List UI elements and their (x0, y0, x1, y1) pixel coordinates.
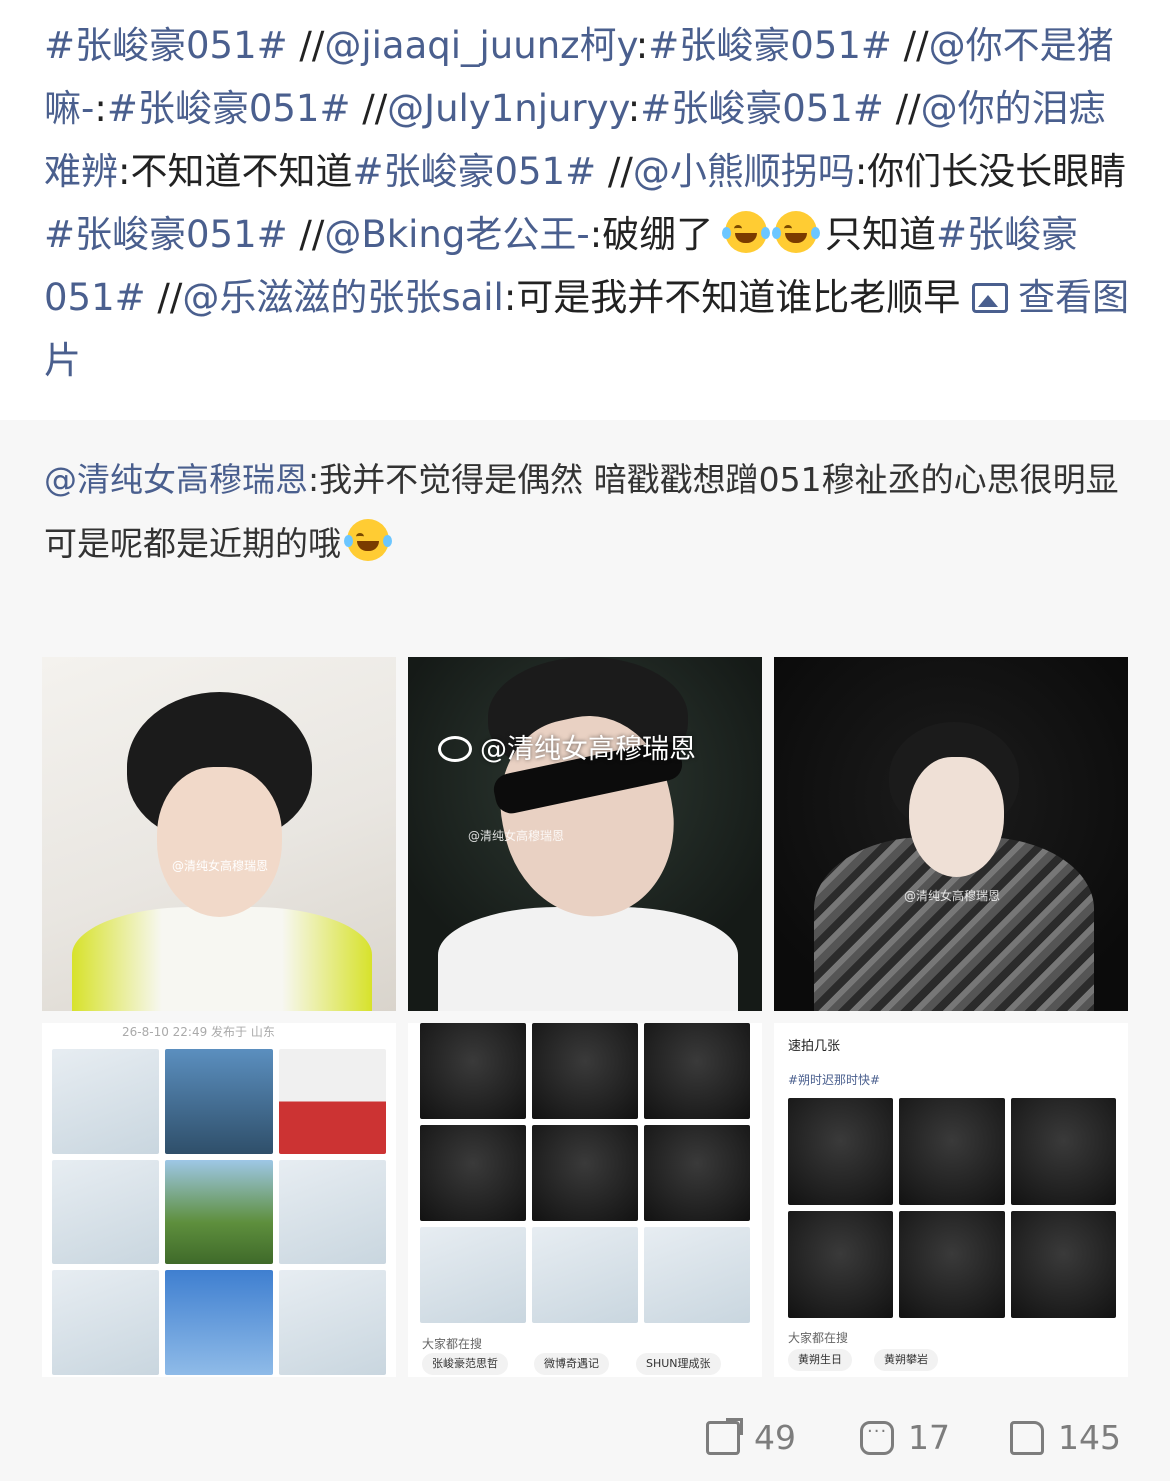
tile-header: 26-8-10 22:49 发布于 山东 (122, 1025, 275, 1039)
hashtag-link[interactable]: #张峻豪051# (648, 24, 892, 67)
comment-button[interactable]: 17 (860, 1418, 950, 1457)
mini-photo (165, 1049, 273, 1154)
mini-photo (420, 1125, 526, 1221)
hashtag-link[interactable]: #张峻豪051# (640, 87, 884, 130)
search-chip[interactable]: SHUN理成张 (636, 1353, 721, 1375)
mini-photo (278, 1159, 386, 1265)
comment-count: 17 (908, 1418, 950, 1457)
post-content: #张峻豪051# //@jiaaqi_juunz柯y:#张峻豪051# //@你… (0, 0, 1170, 420)
mini-photo (52, 1159, 160, 1265)
repost-text: @清纯女高穆瑞恩:我并不觉得是偶然 暗戳戳想蹭051穆祉丞的心思很明显 可是呢都… (44, 448, 1134, 576)
mini-photo (420, 1227, 526, 1323)
search-label: 大家都在搜 (788, 1331, 849, 1345)
mention-link[interactable]: @Bking老公王- (324, 213, 589, 256)
hashtag-link[interactable]: #张峻豪051# (44, 213, 288, 256)
watermark-text: @清纯女高穆瑞恩 (468, 829, 565, 843)
mini-photo (644, 1023, 750, 1119)
mini-photo (899, 1098, 1005, 1205)
mini-photo (644, 1227, 750, 1323)
laughing-crying-emoji-icon (721, 211, 770, 253)
repost-separator: // (596, 150, 633, 193)
mini-photo (278, 1049, 386, 1154)
colon: : (94, 87, 107, 130)
repost-separator: // (145, 276, 183, 319)
tile-hashtag: #朔时迟那时快# (788, 1073, 881, 1087)
repost-author-link[interactable]: @清纯女高穆瑞恩 (44, 460, 308, 499)
comment-icon (860, 1420, 894, 1455)
mention-link[interactable]: @小熊顺拐吗 (633, 150, 855, 193)
mini-photo (532, 1023, 638, 1119)
repost-separator: // (883, 87, 921, 130)
like-button[interactable]: 145 (1010, 1418, 1121, 1457)
watermark-text: @清纯女高穆瑞恩 (172, 859, 269, 873)
search-label: 大家都在搜 (422, 1337, 483, 1351)
mini-photo (899, 1211, 1005, 1318)
post-comment-text: :你们长没长眼睛 (854, 150, 1127, 193)
image-thumbnail-2[interactable]: @清纯女高穆瑞恩 @清纯女高穆瑞恩 (408, 657, 762, 1011)
tile-title: 速拍几张 (788, 1039, 841, 1054)
image-thumbnail-3[interactable]: @清纯女高穆瑞恩 (774, 657, 1128, 1011)
watermark-text: @清纯女高穆瑞恩 (904, 889, 1001, 903)
mini-photo (52, 1049, 160, 1154)
search-chip[interactable]: 黄朔攀岩 (874, 1349, 938, 1371)
repost-separator: // (891, 24, 929, 67)
search-chip[interactable]: 微博奇遇记 (534, 1353, 609, 1375)
yellow-shirt-shape (72, 907, 372, 1011)
image-icon (972, 283, 1009, 313)
mini-photo (788, 1211, 894, 1318)
mini-photo (165, 1159, 273, 1265)
laughing-crying-emoji-icon (344, 519, 392, 561)
image-thumbnail-5[interactable]: 大家都在搜 张峻豪范思哲 微博奇遇记 SHUN理成张 (408, 1023, 762, 1377)
post-text: #张峻豪051# //@jiaaqi_juunz柯y:#张峻豪051# //@你… (44, 14, 1134, 392)
mention-link[interactable]: @July1njuryy (387, 87, 628, 130)
share-button[interactable]: 49 (706, 1417, 796, 1457)
reposted-content: @清纯女高穆瑞恩:我并不觉得是偶然 暗戳戳想蹭051穆祉丞的心思很明显 可是呢都… (0, 420, 1170, 1481)
like-icon (1010, 1420, 1044, 1455)
watermark-large: @清纯女高穆瑞恩 (438, 727, 696, 766)
post-comment-text: 只知道 (824, 213, 936, 256)
mini-photo (532, 1125, 638, 1221)
mini-photo (788, 1098, 894, 1205)
repost-separator: // (287, 213, 325, 256)
repost-separator: // (287, 24, 325, 67)
laughing-crying-emoji-icon (771, 211, 820, 253)
post-comment-text: :破绷了 (589, 213, 714, 256)
colon: : (635, 24, 649, 67)
action-bar: 49 17 145 (0, 1417, 1170, 1468)
share-count: 49 (754, 1418, 796, 1457)
mini-photo (532, 1227, 638, 1323)
search-chip[interactable]: 黄朔生日 (788, 1349, 852, 1371)
mention-link[interactable]: @jiaaqi_juunz柯y (324, 24, 635, 67)
hashtag-link[interactable]: #张峻豪051# (352, 150, 596, 193)
image-thumbnail-4[interactable]: 26-8-10 22:49 发布于 山东 (42, 1023, 396, 1377)
colon: : (627, 87, 641, 130)
mini-photo (644, 1125, 750, 1221)
post-comment-text: :不知道不知道 (118, 150, 353, 193)
share-icon (706, 1417, 743, 1455)
mini-photo (420, 1023, 526, 1119)
hashtag-link[interactable]: #张峻豪051# (44, 24, 288, 67)
white-shirt-shape (438, 907, 738, 1011)
image-thumbnail-6[interactable]: 速拍几张 #朔时迟那时快# 大家都在搜 黄朔生日 黄朔攀岩 (774, 1023, 1128, 1377)
post-comment-text: :可是我并不知道谁比老顺早 (503, 276, 973, 319)
mini-photo (278, 1270, 386, 1375)
mini-photo (165, 1270, 273, 1375)
mini-photo (1010, 1098, 1116, 1205)
search-chip[interactable]: 张峻豪范思哲 (422, 1353, 508, 1375)
weibo-logo-icon (438, 736, 472, 762)
like-count: 145 (1058, 1418, 1121, 1457)
face-shape (909, 757, 1004, 877)
hashtag-link[interactable]: #张峻豪051# (107, 87, 351, 130)
face-shape (157, 767, 282, 917)
mini-photo (52, 1270, 160, 1375)
repost-line-1: :我并不觉得是偶然 暗戳戳想蹭051穆祉丞的心思很明显 (308, 460, 1119, 499)
mini-photo (1010, 1211, 1116, 1318)
image-thumbnail-1[interactable]: @清纯女高穆瑞恩 (42, 657, 396, 1011)
repost-line-2: 可是呢都是近期的哦 (44, 524, 341, 563)
mention-link[interactable]: @乐滋滋的张张sail (182, 276, 504, 319)
repost-separator: // (350, 87, 388, 130)
